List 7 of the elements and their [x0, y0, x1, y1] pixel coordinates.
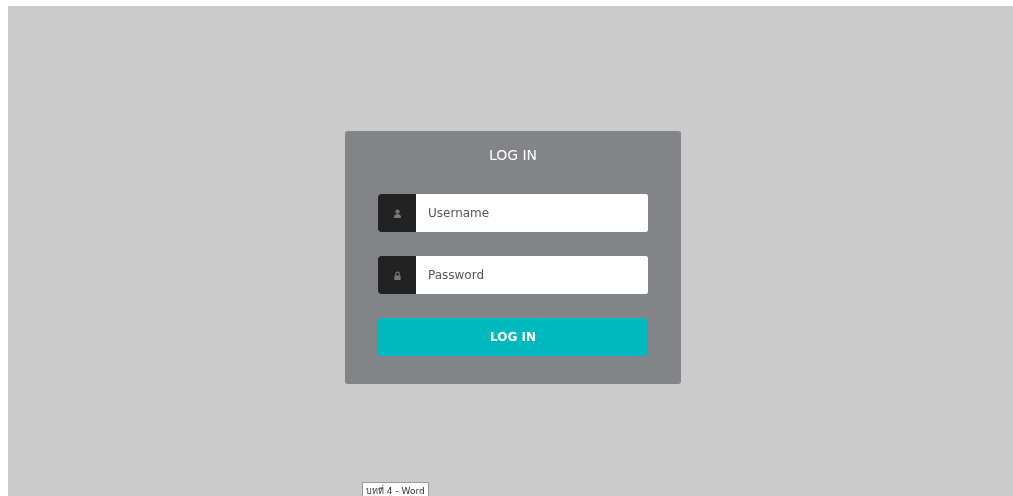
login-button[interactable]: LOG IN — [378, 318, 648, 356]
lock-icon — [392, 270, 402, 280]
input-field[interactable]: Password — [378, 256, 648, 294]
login-title: LOG IN — [488, 147, 538, 163]
input-field[interactable]: Username — [378, 194, 648, 232]
user-icon — [392, 208, 402, 218]
tooltip: บทที่ 4 - Word — [362, 482, 429, 496]
